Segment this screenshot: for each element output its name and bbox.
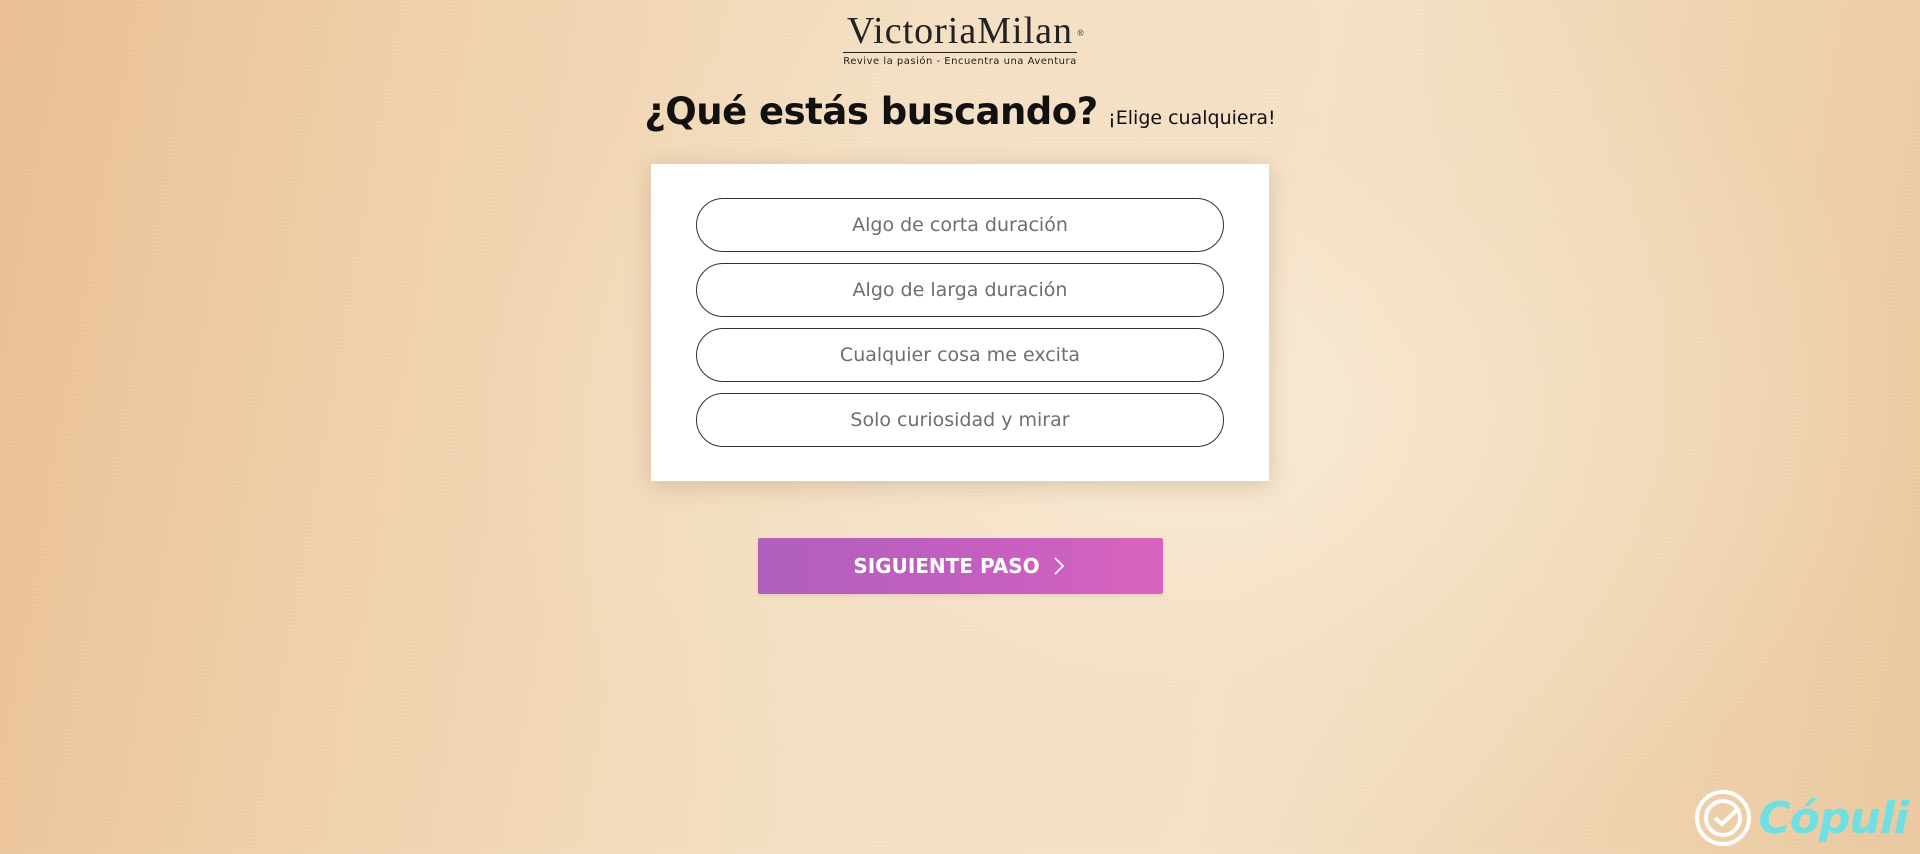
- logo-wordmark: VictoriaMilan ®: [843, 10, 1084, 53]
- copuli-logo-icon: [1694, 789, 1752, 847]
- option-short-term[interactable]: Algo de corta duración: [696, 198, 1224, 252]
- page-subtitle: ¡Elige cualquiera!: [1108, 107, 1276, 129]
- registered-mark: ®: [1077, 28, 1085, 38]
- next-step-button[interactable]: SIGUIENTE PASO: [758, 538, 1163, 594]
- chevron-right-icon: [1050, 555, 1068, 577]
- option-curiosity[interactable]: Solo curiosidad y mirar: [696, 393, 1224, 447]
- option-anything[interactable]: Cualquier cosa me excita: [696, 328, 1224, 382]
- option-long-term[interactable]: Algo de larga duración: [696, 263, 1224, 317]
- copuli-watermark: Cópuli: [1694, 786, 1909, 850]
- question-heading: ¿Qué estás buscando? ¡Elige cualquiera!: [0, 90, 1920, 133]
- logo-tagline: Revive la pasión - Encuentra una Aventur…: [843, 56, 1077, 67]
- page-title: ¿Qué estás buscando?: [644, 90, 1098, 133]
- watermark-text: Cópuli: [1758, 792, 1909, 844]
- site-logo[interactable]: VictoriaMilan ® Revive la pasión - Encuen…: [0, 12, 1920, 69]
- options-card: Algo de corta duración Algo de larga dur…: [651, 164, 1269, 481]
- next-step-label: SIGUIENTE PASO: [853, 554, 1040, 578]
- logo-name: VictoriaMilan: [847, 10, 1073, 52]
